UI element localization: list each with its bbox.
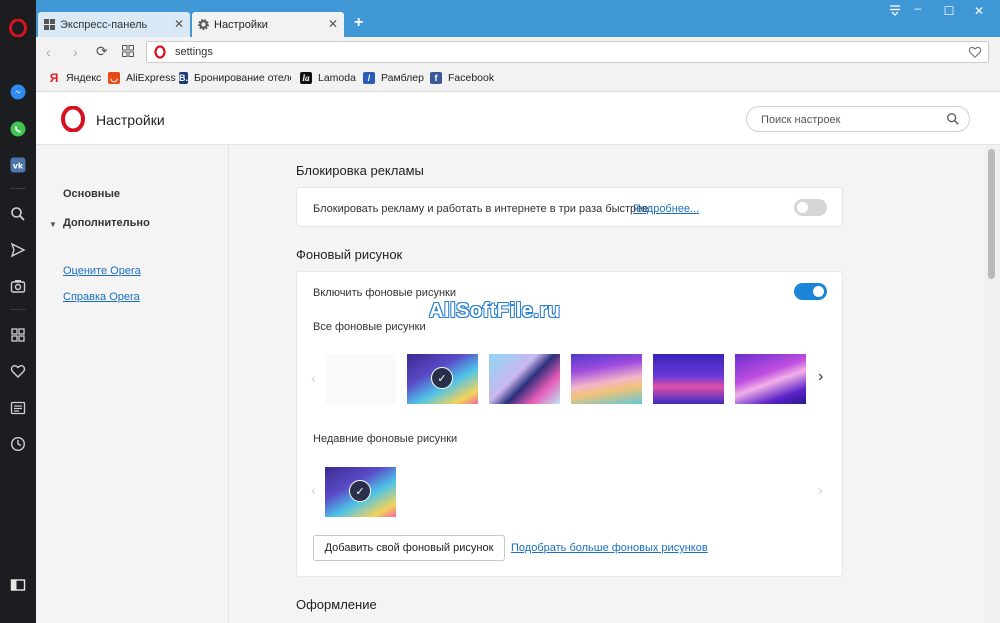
lamoda-icon: la <box>300 72 312 84</box>
section-title-adblock: Блокировка рекламы <box>296 163 424 178</box>
bookmarks-bar: Я Яндекс ◡ AliExpress B. Бронирование от… <box>36 67 1000 92</box>
opera-sidebar: vk <box>0 0 36 623</box>
address-bar: ‹ › ⟳ settings <box>36 37 1000 67</box>
camera-icon[interactable] <box>8 276 28 296</box>
reload-button[interactable]: ⟳ <box>96 43 108 60</box>
forward-button[interactable]: › <box>73 44 78 60</box>
wallpaper-thumb[interactable] <box>735 354 806 404</box>
facebook-icon: f <box>430 72 442 84</box>
settings-search-input[interactable]: Поиск настроек <box>746 106 970 132</box>
bookmark-label: Facebook <box>448 72 495 84</box>
search-placeholder: Поиск настроек <box>761 114 841 126</box>
url-field[interactable]: settings <box>146 41 989 63</box>
yandex-icon: Я <box>49 71 59 85</box>
more-wallpapers-link[interactable]: Подобрать больше фоновых рисунков <box>511 542 708 554</box>
speed-dial-icon <box>44 19 55 30</box>
aliexpress-icon: ◡ <box>108 72 120 84</box>
speed-dial-icon[interactable] <box>8 325 28 345</box>
adblock-toggle[interactable] <box>794 199 827 216</box>
heart-icon[interactable] <box>968 45 982 62</box>
adblock-more-link[interactable]: Подробнее... <box>633 203 699 215</box>
recent-wallpaper-thumb[interactable]: ✓ <box>325 467 396 517</box>
settings-header: Настройки Поиск настроек <box>36 92 1000 145</box>
close-tab-icon[interactable]: ✕ <box>174 17 184 31</box>
carousel-prev-icon[interactable]: ‹ <box>311 482 316 498</box>
history-icon[interactable] <box>8 434 28 454</box>
wallpaper-toggle[interactable] <box>794 283 827 300</box>
wallpaper-card: Включить фоновые рисунки Все фоновые рис… <box>296 271 843 577</box>
opera-logo-icon <box>60 105 86 135</box>
bookmark-booking[interactable]: B. Бронирование отеле <box>179 72 291 84</box>
speed-dial-icon[interactable] <box>122 45 134 60</box>
rate-opera-link[interactable]: Оцените Opera <box>63 265 141 277</box>
news-icon[interactable] <box>8 398 28 418</box>
minimize-button[interactable]: – <box>910 1 926 15</box>
messenger-icon[interactable] <box>8 82 28 102</box>
wallpaper-thumb[interactable] <box>571 354 642 404</box>
svg-text:vk: vk <box>13 162 24 171</box>
wallpaper-thumb[interactable] <box>653 354 724 404</box>
search-icon[interactable] <box>946 112 960 129</box>
close-window-button[interactable]: ✕ <box>971 4 987 18</box>
carousel-next-icon[interactable]: › <box>818 368 823 386</box>
heart-icon[interactable] <box>8 361 28 381</box>
booking-icon: B. <box>179 72 188 84</box>
wallpaper-thumb-blank[interactable] <box>325 354 396 404</box>
tab-speed-dial[interactable]: Экспресс-панель ✕ <box>38 12 190 37</box>
wallpaper-thumb[interactable] <box>489 354 560 404</box>
settings-nav: Основные ▼ Дополнительно Оцените Opera С… <box>36 145 229 623</box>
tab-menu-icon[interactable] <box>887 4 903 19</box>
bookmark-facebook[interactable]: f Facebook <box>430 72 494 84</box>
url-text: settings <box>175 46 213 58</box>
all-wallpapers-label: Все фоновые рисунки <box>313 321 426 333</box>
add-wallpaper-button[interactable]: Добавить свой фоновый рисунок <box>313 535 505 561</box>
bookmark-aliexpress[interactable]: ◡ AliExpress <box>108 72 176 84</box>
search-icon[interactable] <box>8 204 28 224</box>
send-icon[interactable] <box>8 240 28 260</box>
bookmark-label: Lamoda <box>318 72 356 84</box>
maximize-button[interactable]: ☐ <box>941 4 957 18</box>
bookmark-label: Яндекс <box>66 72 102 84</box>
section-title-wallpaper: Фоновый рисунок <box>296 247 403 262</box>
recent-wallpapers-label: Недавние фоновые рисунки <box>313 433 458 445</box>
opera-help-link[interactable]: Справка Opera <box>63 291 140 303</box>
bookmark-lamoda[interactable]: la Lamoda <box>300 72 356 84</box>
close-tab-icon[interactable]: ✕ <box>328 17 338 31</box>
carousel-prev-icon[interactable]: ‹ <box>311 370 316 386</box>
bookmark-label: Бронирование отеле <box>194 72 291 84</box>
checkmark-icon: ✓ <box>349 480 371 502</box>
nav-item-basic[interactable]: Основные <box>63 188 120 200</box>
opera-icon <box>154 45 166 62</box>
tab-label: Настройки <box>214 18 268 31</box>
tab-label: Экспресс-панель <box>60 18 148 31</box>
bookmark-label: AliExpress <box>126 72 176 84</box>
settings-content: Блокировка рекламы Блокировать рекламу и… <box>229 145 985 623</box>
wallpaper-enable-label: Включить фоновые рисунки <box>313 287 456 299</box>
gear-icon <box>198 19 209 30</box>
bookmark-label: Рамблер <box>381 72 424 84</box>
triangle-down-icon: ▼ <box>49 220 57 229</box>
tab-settings[interactable]: Настройки ✕ <box>192 12 344 37</box>
rambler-icon: / <box>363 72 375 84</box>
wallpaper-thumb-selected[interactable]: ✓ <box>407 354 478 404</box>
scrollbar-thumb[interactable] <box>988 149 995 279</box>
checkmark-icon: ✓ <box>431 367 453 389</box>
whatsapp-icon[interactable] <box>8 119 28 139</box>
scrollbar[interactable] <box>985 145 1000 623</box>
watermark-text: AllSoftFile.ru <box>429 300 561 322</box>
vk-icon[interactable]: vk <box>8 155 28 175</box>
new-tab-button[interactable]: + <box>354 14 363 32</box>
section-title-appearance: Оформление <box>296 597 377 612</box>
back-button[interactable]: ‹ <box>46 44 51 60</box>
bookmark-rambler[interactable]: / Рамблер <box>363 72 424 84</box>
bookmark-yandex[interactable]: Я Яндекс <box>48 71 102 85</box>
carousel-next-icon[interactable]: › <box>818 482 823 498</box>
tab-bar: Экспресс-панель ✕ Настройки ✕ + – ☐ ✕ <box>36 0 1000 37</box>
sidebar-toggle-icon[interactable] <box>8 575 28 595</box>
adblock-text: Блокировать рекламу и работать в интерне… <box>313 203 649 215</box>
nav-item-advanced[interactable]: Дополнительно <box>63 217 150 229</box>
page-title: Настройки <box>96 112 165 128</box>
opera-menu-icon[interactable] <box>8 18 28 38</box>
adblock-card: Блокировать рекламу и работать в интерне… <box>296 187 843 227</box>
